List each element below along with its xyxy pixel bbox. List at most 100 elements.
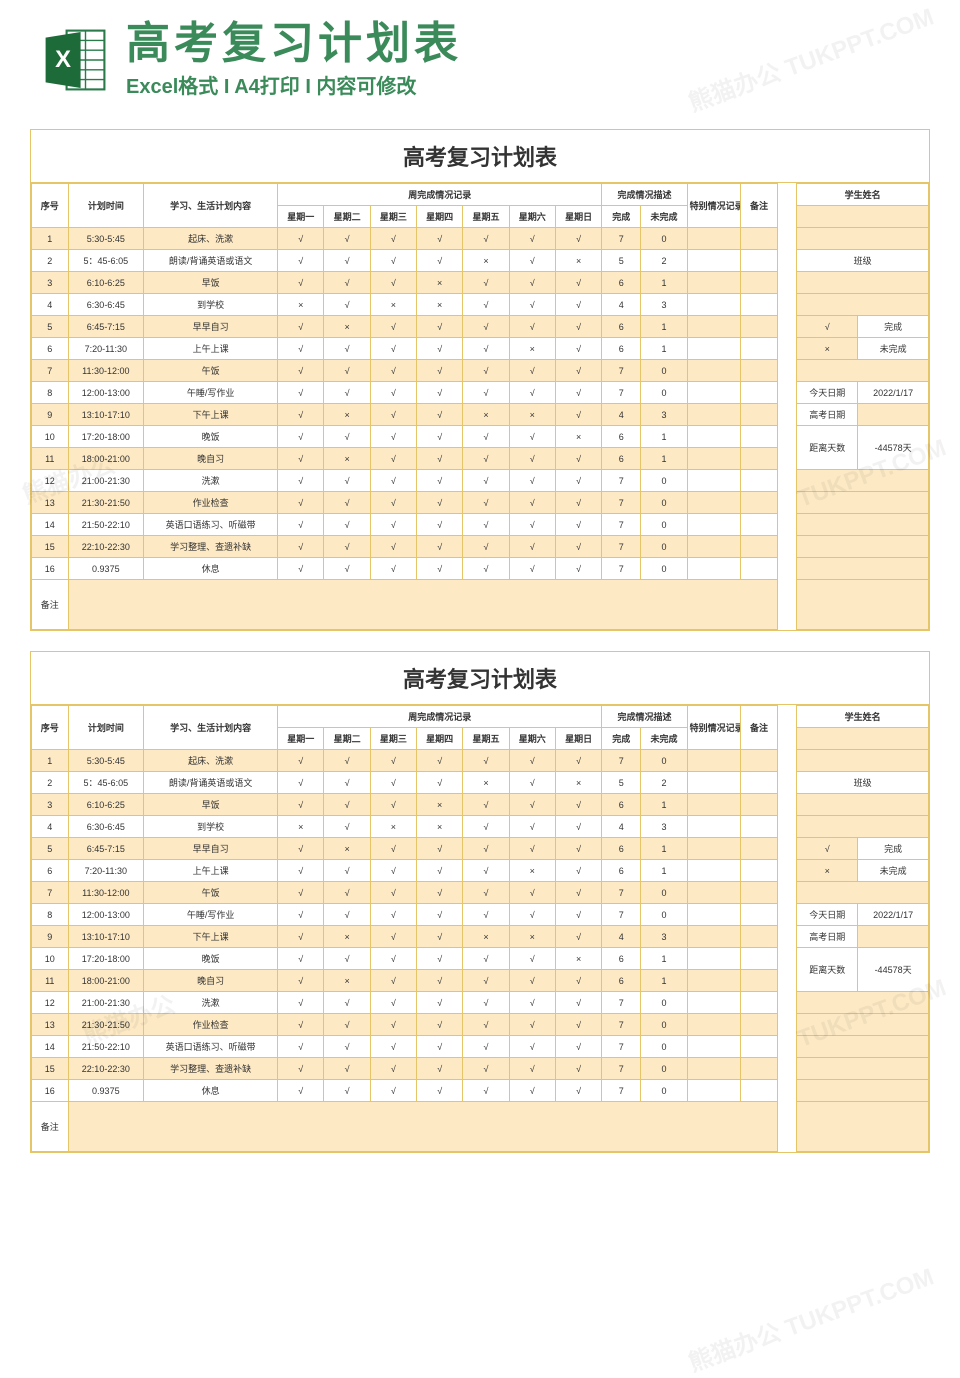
- cell-mark: ×: [555, 250, 601, 272]
- cell-remark[interactable]: [741, 926, 778, 948]
- cell-remark[interactable]: [741, 860, 778, 882]
- cell-mark: √: [555, 360, 601, 382]
- cell-remark[interactable]: [741, 904, 778, 926]
- cell-special[interactable]: [687, 404, 741, 426]
- cell-remark[interactable]: [741, 514, 778, 536]
- cell-remark[interactable]: [741, 228, 778, 250]
- remark-area[interactable]: [68, 1102, 777, 1152]
- cell-mark: √: [278, 970, 324, 992]
- cell-special[interactable]: [687, 816, 741, 838]
- cell-remark[interactable]: [741, 316, 778, 338]
- cell-mark: √: [370, 1058, 416, 1080]
- cell-remark[interactable]: [741, 838, 778, 860]
- cell-remark[interactable]: [741, 536, 778, 558]
- cell-special[interactable]: [687, 558, 741, 580]
- col-special: 特别情况记录: [687, 706, 741, 750]
- cell-remark[interactable]: [741, 470, 778, 492]
- cell-special[interactable]: [687, 250, 741, 272]
- cell-special[interactable]: [687, 750, 741, 772]
- cell-remark[interactable]: [741, 1058, 778, 1080]
- cell-remark[interactable]: [741, 404, 778, 426]
- cell-special[interactable]: [687, 492, 741, 514]
- cell-mark: √: [370, 882, 416, 904]
- cell-special[interactable]: [687, 272, 741, 294]
- cell-content: 作业检查: [144, 492, 278, 514]
- cell-mark: √: [555, 448, 601, 470]
- cell-special[interactable]: [687, 536, 741, 558]
- cell-special[interactable]: [687, 948, 741, 970]
- cell-remark[interactable]: [741, 992, 778, 1014]
- class-value[interactable]: [797, 272, 929, 294]
- exam-date-value[interactable]: [858, 926, 929, 948]
- cell-remark[interactable]: [741, 948, 778, 970]
- cell-remark[interactable]: [741, 272, 778, 294]
- cell-remark[interactable]: [741, 294, 778, 316]
- student-name-value[interactable]: [797, 206, 929, 228]
- cell-special[interactable]: [687, 1058, 741, 1080]
- cell-special[interactable]: [687, 448, 741, 470]
- cell-special[interactable]: [687, 860, 741, 882]
- cell-remark[interactable]: [741, 492, 778, 514]
- cell-special[interactable]: [687, 1080, 741, 1102]
- cell-content: 英语口语练习、听磁带: [144, 514, 278, 536]
- cell-remark[interactable]: [741, 338, 778, 360]
- cell-remark[interactable]: [741, 772, 778, 794]
- cell-special[interactable]: [687, 338, 741, 360]
- cell-special[interactable]: [687, 382, 741, 404]
- cell-remark[interactable]: [741, 970, 778, 992]
- cell-special[interactable]: [687, 228, 741, 250]
- cell-special[interactable]: [687, 992, 741, 1014]
- cell-special[interactable]: [687, 838, 741, 860]
- cell-mark: ×: [324, 838, 370, 860]
- cell-remark[interactable]: [741, 558, 778, 580]
- cell-remark[interactable]: [741, 1080, 778, 1102]
- cell-special[interactable]: [687, 882, 741, 904]
- cell-special[interactable]: [687, 426, 741, 448]
- cell-remark[interactable]: [741, 426, 778, 448]
- cell-remark[interactable]: [741, 794, 778, 816]
- cell-special[interactable]: [687, 794, 741, 816]
- cell-mark: √: [278, 426, 324, 448]
- cell-remark[interactable]: [741, 1014, 778, 1036]
- cell-remark[interactable]: [741, 382, 778, 404]
- cell-special[interactable]: [687, 772, 741, 794]
- cell-special[interactable]: [687, 294, 741, 316]
- cell-special[interactable]: [687, 904, 741, 926]
- cell-mark: √: [463, 860, 509, 882]
- exam-date-value[interactable]: [858, 404, 929, 426]
- cell-mark: √: [463, 272, 509, 294]
- cell-mark: √: [370, 426, 416, 448]
- cell-mark: √: [463, 536, 509, 558]
- cell-done: 7: [602, 750, 641, 772]
- cell-special[interactable]: [687, 1014, 741, 1036]
- cell-done: 6: [602, 426, 641, 448]
- cell-remark[interactable]: [741, 882, 778, 904]
- cell-remark[interactable]: [741, 448, 778, 470]
- cell-mark: √: [417, 492, 463, 514]
- side-daysleft-label: 距离天数: [797, 426, 858, 470]
- cell-special[interactable]: [687, 360, 741, 382]
- cell-remark[interactable]: [741, 1036, 778, 1058]
- cell-special[interactable]: [687, 1036, 741, 1058]
- cell-done: 7: [602, 558, 641, 580]
- cell-mark: √: [324, 948, 370, 970]
- cell-special[interactable]: [687, 514, 741, 536]
- cell-mark: ×: [509, 404, 555, 426]
- class-value[interactable]: [797, 794, 929, 816]
- cell-mark: √: [555, 1058, 601, 1080]
- cell-remark[interactable]: [741, 750, 778, 772]
- cell-time: 6:45-7:15: [68, 316, 144, 338]
- cell-special[interactable]: [687, 926, 741, 948]
- cell-remark[interactable]: [741, 360, 778, 382]
- cell-special[interactable]: [687, 970, 741, 992]
- remark-area[interactable]: [68, 580, 777, 630]
- cell-remark[interactable]: [741, 250, 778, 272]
- student-name-value[interactable]: [797, 728, 929, 750]
- cell-special[interactable]: [687, 470, 741, 492]
- cell-remark[interactable]: [741, 816, 778, 838]
- col-done: 完成: [602, 206, 641, 228]
- cell-mark: √: [555, 816, 601, 838]
- cell-done: 7: [602, 228, 641, 250]
- cell-special[interactable]: [687, 316, 741, 338]
- cell-undone: 3: [641, 926, 687, 948]
